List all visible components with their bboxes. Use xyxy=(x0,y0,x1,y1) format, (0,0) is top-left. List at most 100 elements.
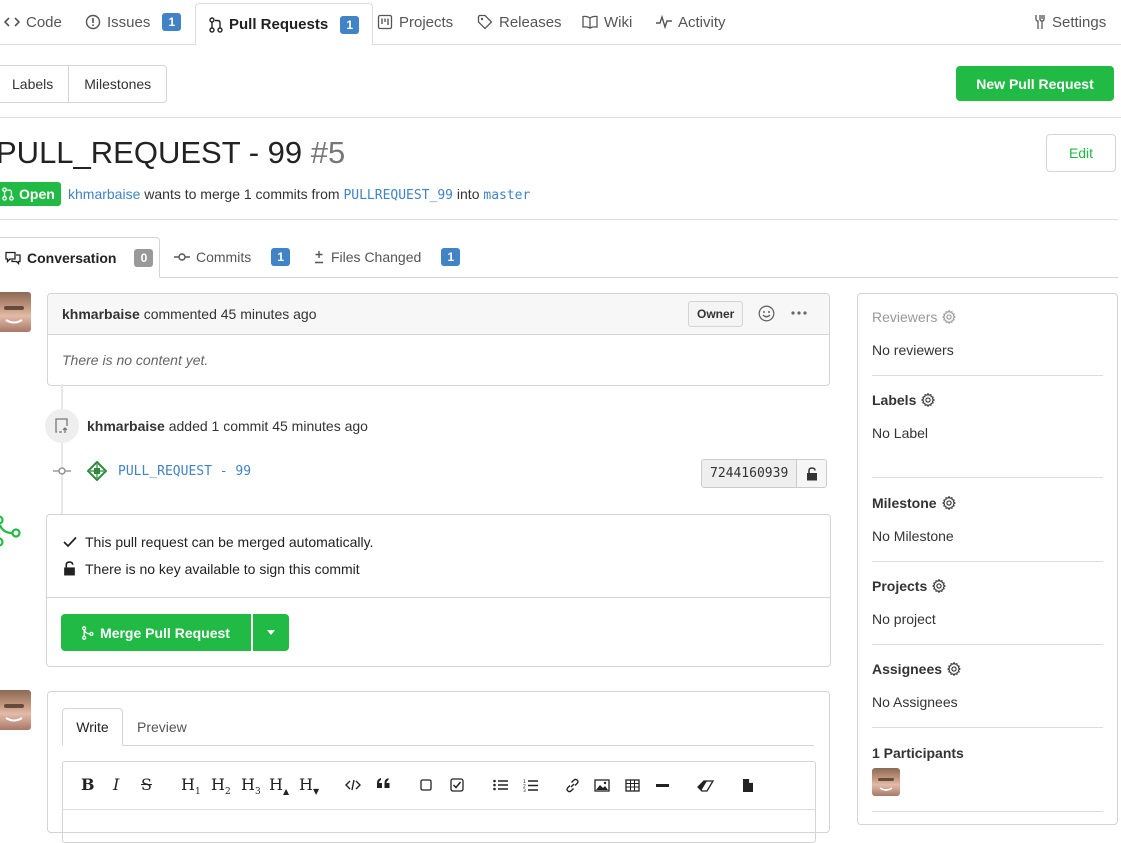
tab-conversation[interactable]: Conversation 0 xyxy=(0,237,160,278)
milestone-value: No Milestone xyxy=(872,528,954,544)
merge-box: This pull request can be merged automati… xyxy=(46,514,831,667)
code-icon[interactable] xyxy=(345,779,361,791)
tab-preview[interactable]: Preview xyxy=(137,719,187,735)
edit-button[interactable]: Edit xyxy=(1046,134,1116,172)
heading-2-icon[interactable]: H2 xyxy=(211,775,231,797)
unlock-icon xyxy=(63,561,76,576)
new-pull-request-button[interactable]: New Pull Request xyxy=(956,66,1114,101)
comment-editor: Write Preview xyxy=(47,691,830,843)
timeline-event: khmarbaise added 1 commit 45 minutes ago xyxy=(87,418,368,434)
image-icon[interactable] xyxy=(594,779,610,792)
bold-icon[interactable]: B xyxy=(81,775,95,794)
checkbox-icon[interactable] xyxy=(420,779,432,791)
tab-issues[interactable]: Issues 1 xyxy=(85,0,182,44)
ordered-list-icon[interactable]: 123 xyxy=(523,779,538,792)
tab-pull-requests[interactable]: Pull Requests 1 xyxy=(195,3,374,46)
file-icon[interactable] xyxy=(742,778,754,793)
page-title: PULL_REQUEST - 99 #5 xyxy=(0,135,345,171)
tab-pull-requests-label: Pull Requests xyxy=(229,16,329,33)
git-commit-icon xyxy=(174,252,190,262)
commit-message-link[interactable]: PULL_REQUEST - 99 xyxy=(118,464,251,479)
git-commit-icon xyxy=(53,465,71,477)
markdown-editor xyxy=(62,761,816,843)
milestones-button[interactable]: Milestones xyxy=(68,66,166,102)
status-label: Open xyxy=(19,186,55,202)
strikethrough-icon[interactable]: S xyxy=(141,775,152,794)
check-icon xyxy=(63,536,77,548)
merge-options-dropdown[interactable] xyxy=(253,614,289,651)
merge-text: wants to merge 1 commits from xyxy=(144,186,340,202)
checkbox-checked-icon[interactable] xyxy=(450,778,464,792)
tab-write[interactable]: Write xyxy=(62,708,123,746)
labels-value: No Label xyxy=(872,425,929,441)
assignees-value: No Assignees xyxy=(872,694,958,710)
eraser-icon[interactable] xyxy=(697,780,714,792)
unordered-list-icon[interactable] xyxy=(493,779,508,791)
tab-projects[interactable]: Projects xyxy=(377,0,453,44)
conversation-count-badge: 0 xyxy=(134,248,154,267)
tab-wiki[interactable]: Wiki xyxy=(582,0,632,44)
commit-sha-group: 7244160939 xyxy=(701,459,828,488)
divider xyxy=(872,811,1103,812)
merge-button-label: Merge Pull Request xyxy=(100,624,230,641)
merge-pull-request-button[interactable]: Merge Pull Request xyxy=(61,614,251,651)
divider xyxy=(872,644,1103,645)
merge-text-into: into xyxy=(456,186,480,202)
tab-releases[interactable]: Releases xyxy=(477,0,562,44)
milestone-header[interactable]: Milestone xyxy=(872,495,956,511)
heading-3-icon[interactable]: H3 xyxy=(241,775,261,797)
comment-action: commented 45 minutes ago xyxy=(143,306,317,322)
project-board-icon xyxy=(377,14,393,30)
divider xyxy=(872,727,1103,728)
participant-avatar[interactable] xyxy=(872,768,900,796)
source-branch-link[interactable]: PULLREQUEST_99 xyxy=(343,188,453,203)
quote-icon[interactable] xyxy=(376,777,391,790)
tab-code[interactable]: Code xyxy=(4,0,62,44)
tab-files-changed[interactable]: Files Changed 1 xyxy=(313,248,461,266)
gear-icon xyxy=(921,393,936,407)
heading-smaller-icon[interactable]: H▼ xyxy=(299,775,319,796)
gear-icon xyxy=(941,496,956,510)
files-count-badge: 1 xyxy=(441,248,461,266)
comment-box: khmarbaise commented 45 minutes ago Owne… xyxy=(47,293,830,386)
tab-conversation-label: Conversation xyxy=(27,249,117,266)
comment-discussion-icon xyxy=(5,251,21,265)
reviewers-label: Reviewers xyxy=(872,309,938,325)
commit-author-avatar-icon xyxy=(87,461,107,481)
table-icon[interactable] xyxy=(625,779,640,792)
repo-push-icon xyxy=(45,409,79,443)
heading-1-icon[interactable]: H1 xyxy=(181,775,201,797)
pr-author-link[interactable]: khmarbaise xyxy=(68,186,140,202)
commit-sha-button[interactable]: 7244160939 xyxy=(702,460,797,487)
horizontal-rule-icon[interactable] xyxy=(656,784,669,788)
projects-header[interactable]: Projects xyxy=(872,578,947,594)
divider xyxy=(872,477,1103,478)
avatar xyxy=(0,292,31,332)
reviewers-header[interactable]: Reviewers xyxy=(872,309,957,325)
smiley-icon[interactable] xyxy=(758,305,775,322)
kebab-horizontal-icon[interactable] xyxy=(790,306,808,320)
issue-icon xyxy=(85,14,101,30)
git-merge-icon xyxy=(0,515,22,547)
assignees-header[interactable]: Assignees xyxy=(872,661,962,677)
book-icon xyxy=(582,15,598,29)
labels-header[interactable]: Labels xyxy=(872,392,936,408)
avatar xyxy=(0,690,31,730)
target-branch-link[interactable]: master xyxy=(483,188,530,203)
owner-role-label: Owner xyxy=(688,301,744,327)
link-icon[interactable] xyxy=(565,778,580,793)
reviewers-value: No reviewers xyxy=(872,342,954,358)
milestone-label: Milestone xyxy=(872,495,937,511)
tab-settings[interactable]: Settings xyxy=(1032,0,1106,44)
labels-button[interactable]: Labels xyxy=(0,66,68,102)
timeline-author-link[interactable]: khmarbaise xyxy=(87,418,165,434)
comment-author-link[interactable]: khmarbaise xyxy=(62,306,140,322)
heading-bigger-icon[interactable]: H▲ xyxy=(269,775,289,796)
assignees-label: Assignees xyxy=(872,661,943,677)
status-badge: Open xyxy=(0,182,61,206)
participants-label: 1 Participants xyxy=(872,745,964,761)
pr-merge-summary: khmarbaise wants to merge 1 commits from… xyxy=(68,186,530,203)
italic-icon[interactable]: I xyxy=(113,775,119,794)
tab-activity[interactable]: Activity xyxy=(656,0,726,44)
tab-commits[interactable]: Commits 1 xyxy=(174,248,291,266)
